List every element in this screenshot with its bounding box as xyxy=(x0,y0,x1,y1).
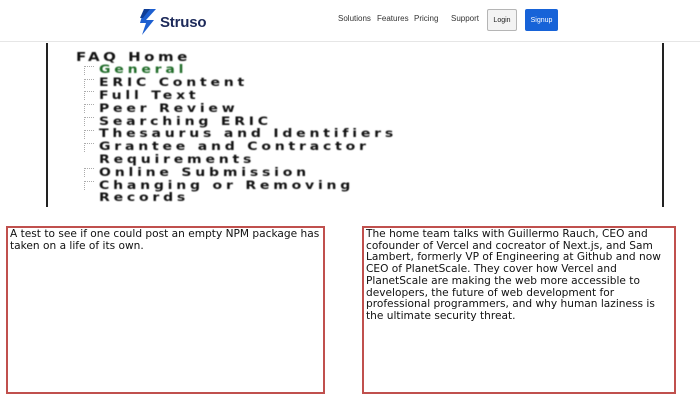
faq-item-changing[interactable]: Changing or Removing xyxy=(84,179,397,192)
faq-item-label: Changing or Removing xyxy=(99,179,355,192)
faq-item-requirements: Requirements xyxy=(84,154,397,167)
post-card-text: The home team talks with Guillermo Rauch… xyxy=(366,228,661,322)
post-card-podcast[interactable]: The home team talks with Guillermo Rauch… xyxy=(362,226,676,394)
faq-image: FAQ Home General ERIC Content Full Text … xyxy=(46,43,664,207)
faq-item-label: Thesaurus and Identifiers xyxy=(99,127,397,141)
faq-item-label: Full Text xyxy=(99,89,200,103)
faq-item-label: Peer Review xyxy=(99,102,239,116)
faq-item-label: Grantee and Contractor xyxy=(99,140,370,154)
tree-connector-icon xyxy=(84,78,94,88)
faq-list: General ERIC Content Full Text Peer Revi… xyxy=(84,64,397,205)
tree-connector-icon xyxy=(84,91,94,101)
tree-connector-icon xyxy=(84,117,94,127)
login-button[interactable]: Login xyxy=(487,9,517,31)
tree-connector-icon xyxy=(84,129,94,139)
top-navbar: Struso Solutions Features Pricing Suppor… xyxy=(0,0,700,42)
faq-title: FAQ Home xyxy=(76,49,191,65)
nav-link-pricing[interactable]: Pricing xyxy=(414,14,438,23)
tree-connector-icon xyxy=(84,168,94,178)
struso-logo-icon xyxy=(140,9,156,35)
tree-connector-icon xyxy=(84,65,94,75)
faq-item-label: ERIC Content xyxy=(99,76,249,90)
faq-item-label: General xyxy=(99,64,188,77)
faq-item-label: Requirements xyxy=(99,153,256,167)
nav-link-support[interactable]: Support xyxy=(451,14,479,23)
nav-link-solutions[interactable]: Solutions xyxy=(338,14,371,23)
signup-button[interactable]: Signup xyxy=(525,9,558,31)
faq-item-label: Online Submission xyxy=(99,166,310,180)
brand-logo[interactable]: Struso xyxy=(140,8,207,36)
faq-item-searching-eric[interactable]: Searching ERIC xyxy=(84,115,397,128)
tree-connector-icon xyxy=(84,142,94,152)
nav-link-features[interactable]: Features xyxy=(377,14,409,23)
faq-item-full-text[interactable]: Full Text xyxy=(84,89,397,103)
faq-item-online-submission[interactable]: Online Submission xyxy=(84,166,397,179)
faq-item-peer-review[interactable]: Peer Review xyxy=(84,102,397,115)
brand-name: Struso xyxy=(160,13,207,31)
tree-connector-icon xyxy=(84,181,94,191)
faq-item-label: Searching ERIC xyxy=(99,115,272,128)
post-card-npm[interactable]: A test to see if one could post an empty… xyxy=(6,226,325,394)
faq-item-thesaurus[interactable]: Thesaurus and Identifiers xyxy=(84,128,397,141)
faq-item-label: Records xyxy=(99,191,190,205)
tree-connector-icon xyxy=(84,104,94,114)
faq-item-general[interactable]: General xyxy=(84,64,397,77)
post-card-text: A test to see if one could post an empty… xyxy=(10,228,320,252)
faq-item-grantee[interactable]: Grantee and Contractor xyxy=(84,141,397,154)
faq-item-eric-content[interactable]: ERIC Content xyxy=(84,77,397,90)
faq-item-records: Records xyxy=(84,192,397,205)
